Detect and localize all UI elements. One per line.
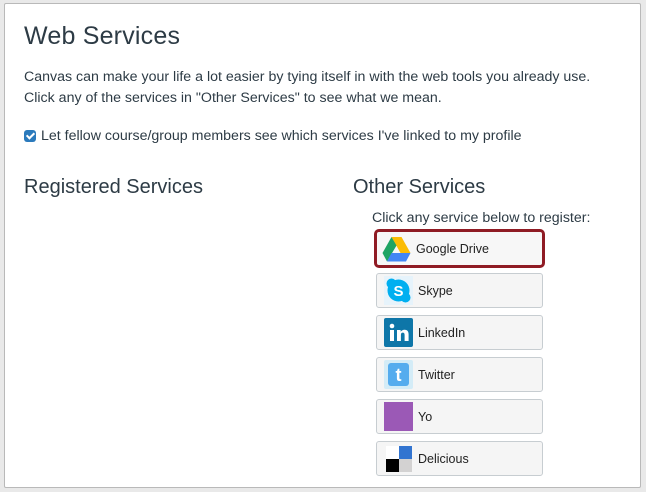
page-title: Web Services: [24, 22, 181, 50]
service-twitter[interactable]: t Twitter: [376, 357, 543, 392]
register-hint: Click any service below to register:: [372, 210, 591, 226]
google-drive-icon: [382, 234, 411, 263]
web-services-panel: Web Services Canvas can make your life a…: [4, 3, 641, 488]
yo-icon: [384, 402, 413, 431]
delicious-icon: [384, 444, 413, 473]
intro-text: Canvas can make your life a lot easier b…: [24, 69, 591, 106]
svg-text:S: S: [393, 283, 403, 300]
service-skype[interactable]: S Skype: [376, 273, 543, 308]
skype-icon: S: [384, 276, 413, 305]
svg-text:t: t: [396, 365, 402, 385]
service-label: Skype: [418, 283, 453, 298]
service-label: LinkedIn: [418, 325, 466, 340]
linkedin-icon: [384, 318, 413, 347]
share-services-label: Let fellow course/group members see whic…: [41, 128, 522, 144]
service-delicious[interactable]: Delicious: [376, 441, 543, 476]
service-linkedin[interactable]: LinkedIn: [376, 315, 543, 350]
twitter-icon: t: [384, 360, 413, 389]
service-label: Twitter: [418, 367, 455, 382]
share-services-checkbox[interactable]: [24, 130, 36, 142]
service-yo[interactable]: Yo: [376, 399, 543, 434]
service-google-drive[interactable]: Google Drive: [374, 229, 545, 268]
other-services-title: Other Services: [353, 176, 486, 198]
service-label: Yo: [418, 409, 433, 424]
service-label: Google Drive: [416, 241, 489, 256]
services-list: Google Drive S Skype LinkedIn t Twitter …: [374, 229, 546, 483]
share-services-toggle[interactable]: Let fellow course/group members see whic…: [24, 128, 522, 144]
service-label: Delicious: [418, 451, 469, 466]
registered-services-title: Registered Services: [24, 176, 203, 198]
